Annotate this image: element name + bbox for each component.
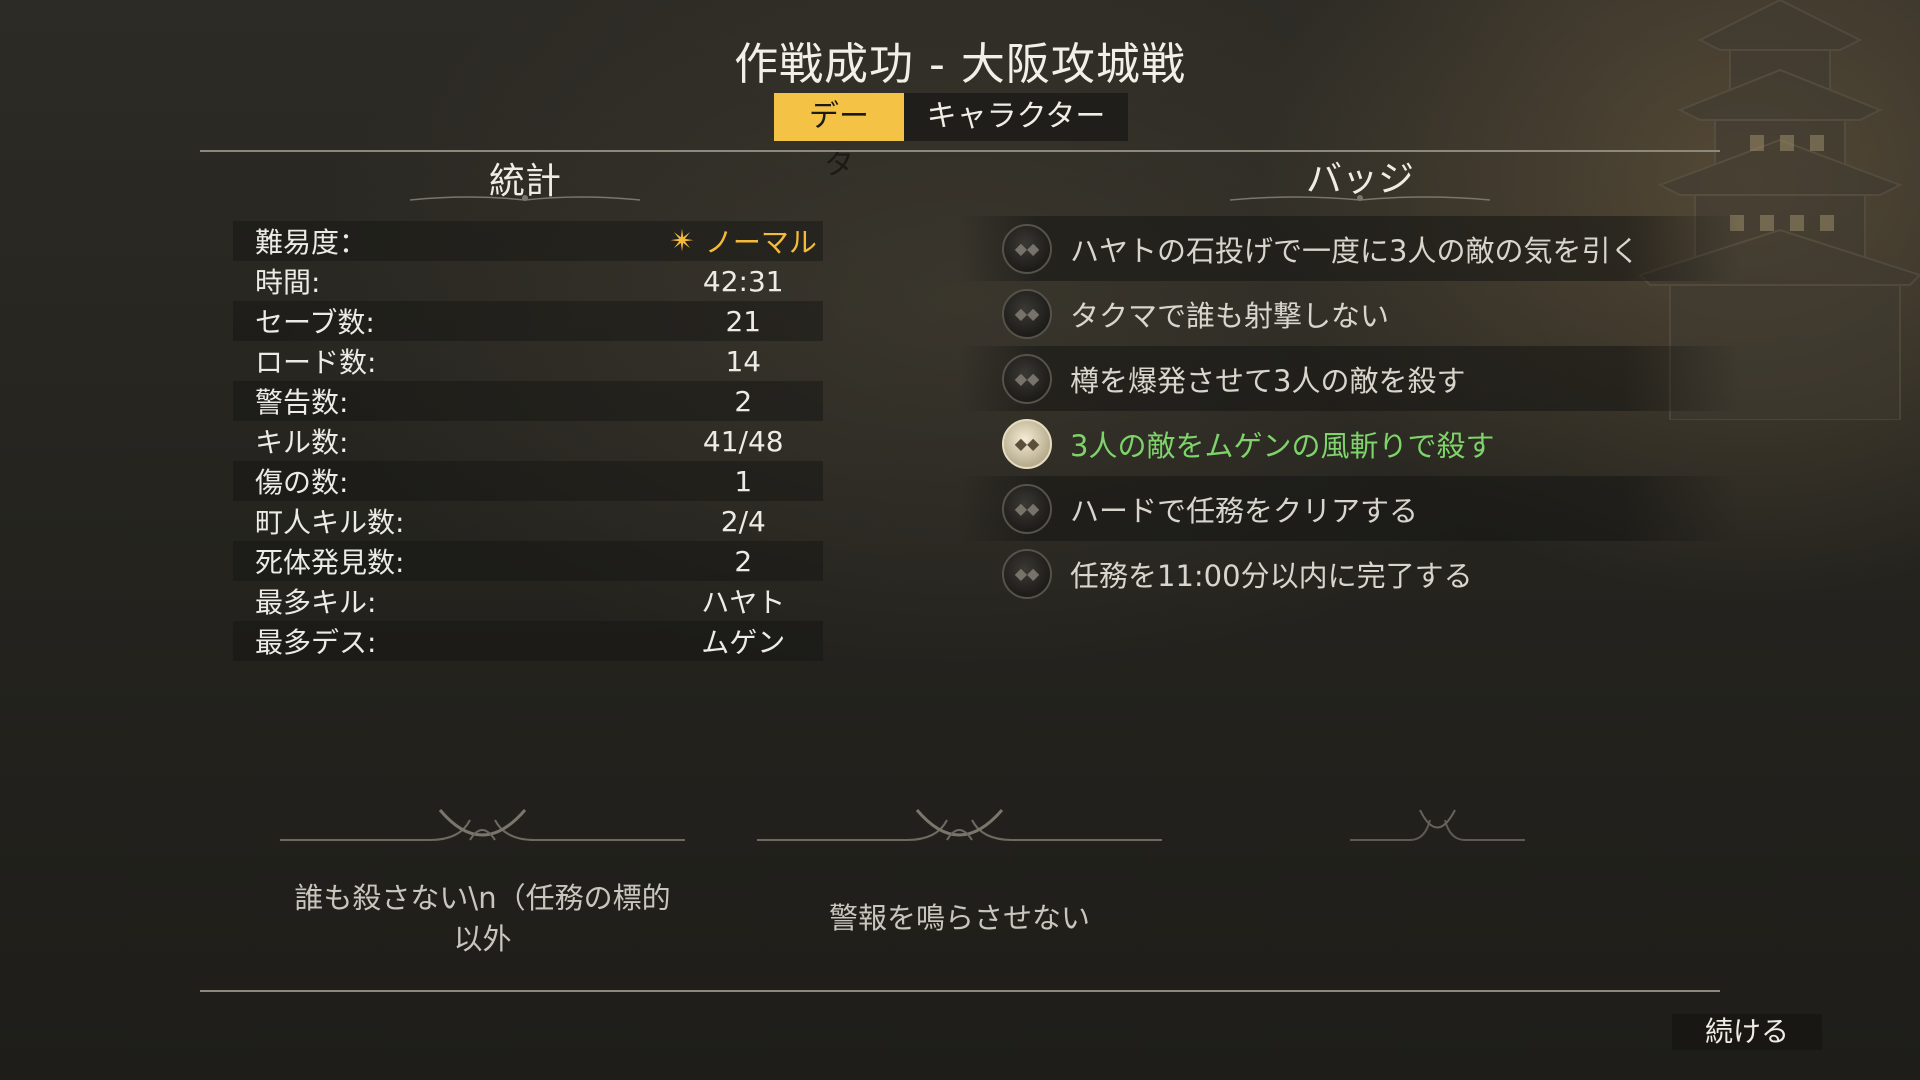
stat-value: ムゲン (701, 626, 786, 659)
badge-text: ハードで任務をクリアする (1070, 493, 1419, 528)
stat-value: 1 (734, 464, 753, 498)
medal-icon: ◆◆ (1002, 548, 1052, 599)
badge-text: 3人の敵をムゲンの風斬りで殺す (1070, 428, 1495, 463)
badge-row-achieved: ◆◆ 3人の敵をムゲンの風斬りで殺す (960, 411, 1740, 476)
badge-text: ハヤトの石投げで一度に3人の敵の気を引く (1070, 233, 1640, 268)
challenge-text: 誰も殺さない\n（任務の標的 (294, 881, 671, 915)
badge-text: 任務を11:00分以内に完了する (1070, 558, 1473, 593)
stat-label: 難易度： (255, 226, 368, 259)
badge-emblem-icon: ◆◆ (1014, 564, 1040, 583)
tab-character[interactable]: キャラクター (904, 93, 1128, 141)
stat-value: ✴ ノーマル (664, 221, 823, 261)
stats-title-ornament (410, 195, 640, 201)
badge-emblem-icon: ◆◆ (1014, 434, 1040, 453)
stat-row: ロード数: 14 (233, 341, 823, 381)
stat-row: セーブ数: 21 (233, 301, 823, 341)
challenge-ornament (1350, 809, 1525, 841)
stat-label: ロード数: (255, 346, 377, 379)
stat-label: 死体発見数: (255, 546, 405, 579)
stat-row: 死体発見数: 2 (233, 541, 823, 581)
challenge-no-alarm: 警報を鳴らさせない (757, 898, 1162, 939)
stat-row: キル数: 41/48 (233, 421, 823, 461)
badge-row: ◆◆ ハードで任務をクリアする (960, 476, 1740, 541)
stat-value: 2 (734, 544, 753, 578)
stat-row-difficulty: 難易度： ✴ ノーマル (233, 221, 823, 261)
badge-row: ◆◆ 任務を11:00分以内に完了する (960, 541, 1740, 606)
stat-label: 町人キル数: (255, 506, 405, 539)
gold-medal-icon: ◆◆ (1002, 418, 1052, 469)
continue-button[interactable]: 続ける (1672, 1014, 1822, 1050)
badge-emblem-icon: ◆◆ (1014, 304, 1040, 323)
medal-icon: ◆◆ (1002, 223, 1052, 274)
medal-icon: ◆◆ (1002, 353, 1052, 404)
badges-title-ornament (1230, 195, 1490, 201)
badge-row: ◆◆ ハヤトの石投げで一度に3人の敵の気を引く (960, 216, 1740, 281)
stat-label: 時間: (255, 266, 321, 299)
stat-value: 21 (725, 304, 762, 338)
tab-bar: データ キャラクター (774, 93, 1128, 182)
stat-value: 41/48 (702, 424, 784, 458)
stat-label: 傷の数: (255, 466, 349, 499)
stat-row: 時間: 42:31 (233, 261, 823, 301)
medal-icon: ◆◆ (1002, 483, 1052, 534)
badge-row: ◆◆ タクマで誰も射撃しない (960, 281, 1740, 346)
stat-label: キル数: (255, 426, 349, 459)
challenge-ornament (280, 809, 685, 841)
stat-value: 2/4 (720, 504, 766, 538)
medal-icon: ◆◆ (1002, 288, 1052, 339)
stat-value: 14 (725, 344, 762, 378)
badge-text: 樽を爆発させて3人の敵を殺す (1070, 363, 1466, 398)
badge-emblem-icon: ◆◆ (1014, 369, 1040, 388)
badge-text: タクマで誰も射撃しない (1070, 298, 1390, 333)
bottom-divider (200, 990, 1720, 992)
stat-label: セーブ数: (255, 306, 375, 339)
challenge-no-kill: 誰も殺さない\n（任務の標的 以外 (280, 878, 685, 960)
stat-row: 最多キル: ハヤト (233, 581, 823, 621)
challenge-text: 以外 (453, 922, 512, 956)
challenge-ornament (757, 809, 1162, 841)
stat-row: 傷の数: 1 (233, 461, 823, 501)
stat-value: ハヤト (701, 586, 786, 619)
stat-label: 最多デス: (255, 626, 377, 659)
stat-value: 2 (734, 384, 753, 418)
stat-label: 警告数: (255, 386, 349, 419)
stats-table: 難易度： ✴ ノーマル 時間: 42:31 セーブ数: 21 ロード数: 14 警告数… (233, 221, 823, 661)
badges-list: ◆◆ ハヤトの石投げで一度に3人の敵の気を引く ◆◆ タクマで誰も射撃しない ◆… (960, 216, 1740, 606)
difficulty-value: ノーマル (704, 226, 817, 259)
stat-value: 42:31 (702, 264, 784, 298)
badge-row: ◆◆ 樽を爆発させて3人の敵を殺す (960, 346, 1740, 411)
badge-emblem-icon: ◆◆ (1014, 239, 1040, 258)
tab-data[interactable]: データ (774, 93, 904, 182)
badge-emblem-icon: ◆◆ (1014, 499, 1040, 518)
stat-row: 町人キル数: 2/4 (233, 501, 823, 541)
stat-row: 最多デス: ムゲン (233, 621, 823, 661)
page-title: 作戦成功 - 大阪攻城戦 (734, 39, 1186, 90)
shuriken-icon: ✴ (669, 223, 695, 259)
challenge-text: 警報を鳴らさせない (828, 901, 1090, 935)
stat-row: 警告数: 2 (233, 381, 823, 421)
stat-label: 最多キル: (255, 586, 377, 619)
